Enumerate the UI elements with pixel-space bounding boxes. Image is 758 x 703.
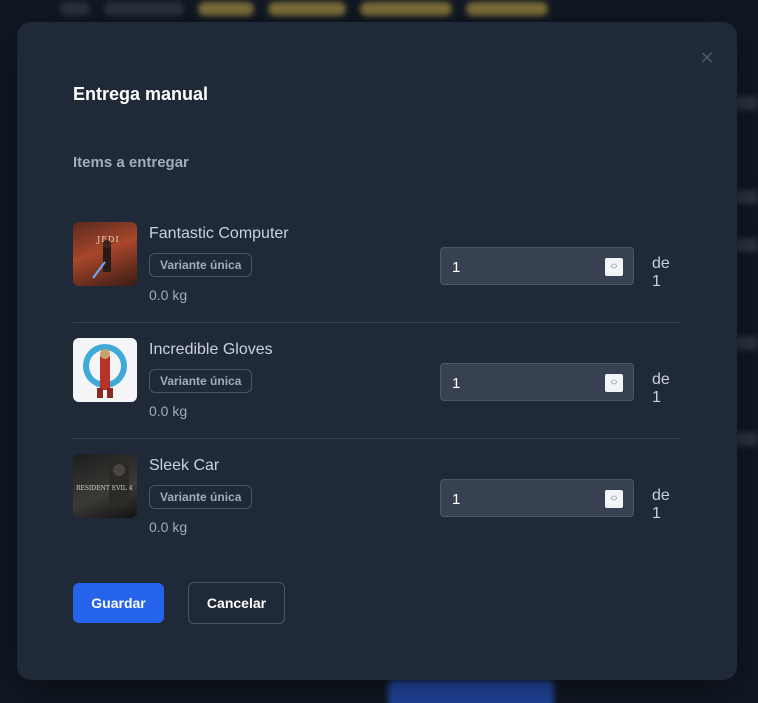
list-item: RESIDENT EVIL 4 Sleek Car Variante única… bbox=[73, 439, 681, 554]
item-weight: 0.0 kg bbox=[149, 287, 188, 303]
item-name: Fantastic Computer bbox=[149, 225, 289, 242]
item-weight: 0.0 kg bbox=[149, 519, 188, 535]
background-pill bbox=[360, 2, 452, 16]
product-thumbnail bbox=[73, 338, 137, 402]
background-pill bbox=[268, 2, 346, 16]
quantity-max-label: de 1 bbox=[652, 255, 670, 290]
background-element bbox=[734, 190, 758, 204]
manual-delivery-modal: ✕ Entrega manual Items a entregar JEDI F… bbox=[17, 22, 737, 680]
quantity-max-label: de 1 bbox=[652, 371, 670, 406]
stepper-arrows-icon[interactable]: ︿ ﹀ bbox=[605, 258, 623, 276]
list-item: Incredible Gloves Variante única 0.0 kg … bbox=[73, 323, 681, 439]
product-thumbnail: JEDI bbox=[73, 222, 137, 286]
quantity-max-label: de 1 bbox=[652, 487, 670, 522]
quantity-stepper[interactable]: 1 ︿ ﹀ bbox=[440, 247, 634, 285]
stepper-arrows-icon[interactable]: ︿ ﹀ bbox=[605, 374, 623, 392]
item-name: Sleek Car bbox=[149, 457, 220, 474]
product-thumbnail: RESIDENT EVIL 4 bbox=[73, 454, 137, 518]
background-pill bbox=[60, 2, 90, 16]
item-name: Incredible Gloves bbox=[149, 341, 273, 358]
quantity-value: 1 bbox=[452, 491, 461, 508]
variant-badge: Variante única bbox=[149, 253, 253, 277]
quantity-stepper[interactable]: 1 ︿ ﹀ bbox=[440, 479, 634, 517]
background-element bbox=[734, 336, 758, 350]
quantity-stepper[interactable]: 1 ︿ ﹀ bbox=[440, 363, 634, 401]
background-toolbar bbox=[60, 0, 580, 18]
section-title: Items a entregar bbox=[73, 154, 189, 171]
product-image-icon bbox=[83, 344, 127, 398]
quantity-value: 1 bbox=[452, 375, 461, 392]
background-element bbox=[734, 238, 758, 252]
stepper-arrows-icon[interactable]: ︿ ﹀ bbox=[605, 490, 623, 508]
list-item: JEDI Fantastic Computer Variante única 0… bbox=[73, 207, 681, 323]
background-button bbox=[388, 680, 554, 703]
item-weight: 0.0 kg bbox=[149, 403, 188, 419]
quantity-value: 1 bbox=[452, 259, 461, 276]
product-image-icon: JEDI bbox=[92, 235, 119, 279]
background-pill bbox=[466, 2, 548, 16]
background-element bbox=[734, 432, 758, 446]
variant-badge: Variante única bbox=[149, 485, 253, 509]
background-pill bbox=[198, 2, 254, 16]
save-button[interactable]: Guardar bbox=[73, 583, 164, 623]
modal-title: Entrega manual bbox=[73, 84, 209, 104]
variant-badge: Variante única bbox=[149, 369, 253, 393]
close-icon[interactable]: ✕ bbox=[699, 49, 715, 67]
background-pill bbox=[104, 2, 184, 16]
background-element bbox=[734, 96, 758, 110]
items-list: JEDI Fantastic Computer Variante única 0… bbox=[73, 207, 681, 554]
svg-text:RESIDENT EVIL 4: RESIDENT EVIL 4 bbox=[76, 485, 133, 492]
product-image-icon: RESIDENT EVIL 4 bbox=[76, 460, 133, 506]
cancel-button[interactable]: Cancelar bbox=[188, 582, 285, 624]
